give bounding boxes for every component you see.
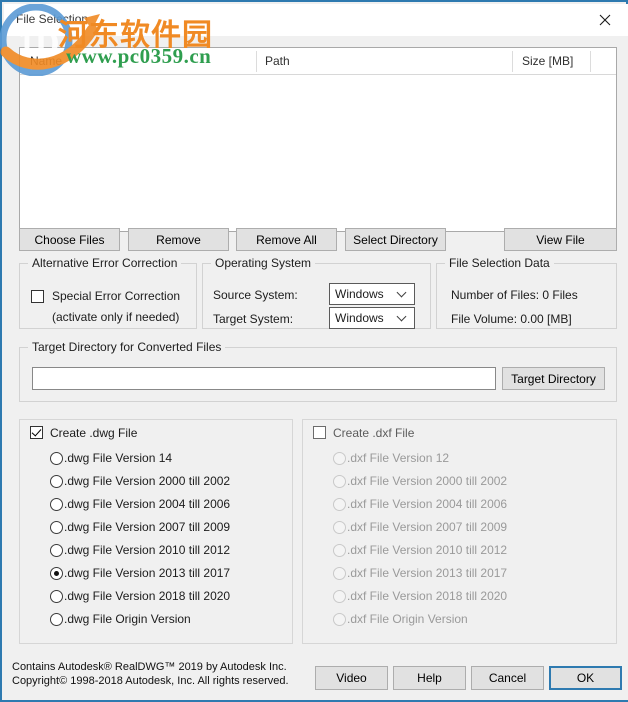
choose-files-button[interactable]: Choose Files [19,228,120,251]
dwg-radio-label-5[interactable]: .dwg File Version 2013 till 2017 [64,566,230,580]
dxf-radio-label-0[interactable]: .dxf File Version 12 [347,451,449,465]
copyright-text: Contains Autodesk® RealDWG™ 2019 by Auto… [12,660,289,688]
dxf-radio-label-3[interactable]: .dxf File Version 2007 till 2009 [347,520,507,534]
remove-all-button[interactable]: Remove All [236,228,337,251]
dxf-radio-0[interactable] [333,452,346,465]
dwg-radio-label-3[interactable]: .dwg File Version 2007 till 2009 [64,520,230,534]
target-directory-group: Target Directory for Converted Files Tar… [19,340,617,402]
file-selection-data-group: File Selection Data Number of Files: 0 F… [436,256,617,329]
dxf-radio-label-6[interactable]: .dxf File Version 2018 till 2020 [347,589,507,603]
file-selection-data-title: File Selection Data [445,256,554,270]
chevron-down-icon [398,312,407,321]
dxf-radio-7[interactable] [333,613,346,626]
file-selection-window: File Selection Name Path Size [MB] Choos… [0,0,628,702]
special-error-correction-checkbox[interactable] [31,290,44,303]
special-error-correction-label[interactable]: Special Error Correction [52,289,180,303]
close-glyph [599,14,611,26]
dxf-radio-label-2[interactable]: .dxf File Version 2004 till 2006 [347,497,507,511]
dwg-radio-3[interactable] [50,521,63,534]
dwg-radio-6[interactable] [50,590,63,603]
dxf-radio-label-5[interactable]: .dxf File Version 2013 till 2017 [347,566,507,580]
client-area: Name Path Size [MB] Choose Files Remove … [4,36,628,700]
target-system-label: Target System: [213,312,294,326]
window-title: File Selection [16,12,89,26]
create-dxf-panel: Create .dxf File .dxf File Version 12 .d… [302,419,617,644]
dxf-radio-3[interactable] [333,521,346,534]
operating-system-group: Operating System Source System: Windows … [202,256,431,329]
target-system-select[interactable]: Windows [329,307,415,329]
column-separator[interactable] [512,51,513,72]
dxf-radio-label-4[interactable]: .dxf File Version 2010 till 2012 [347,543,507,557]
video-button[interactable]: Video [315,666,388,690]
number-of-files-text: Number of Files: 0 Files [451,288,578,302]
column-header-name[interactable]: Name [30,54,62,68]
copyright-line-2: Copyright© 1998-2018 Autodesk, Inc. All … [12,675,289,687]
alternative-error-correction-group: Alternative Error Correction Special Err… [19,256,197,329]
target-directory-input[interactable] [33,368,495,389]
dxf-radio-label-7[interactable]: .dxf File Origin Version [347,612,468,626]
create-dwg-panel: Create .dwg File .dwg File Version 14 .d… [19,419,293,644]
dxf-radio-2[interactable] [333,498,346,511]
column-separator[interactable] [256,51,257,72]
source-system-select[interactable]: Windows [329,283,415,305]
dxf-radio-4[interactable] [333,544,346,557]
target-system-value: Windows [335,311,384,325]
dwg-radio-2[interactable] [50,498,63,511]
dxf-radio-1[interactable] [333,475,346,488]
close-icon[interactable] [582,4,628,36]
dwg-radio-5[interactable] [50,567,63,580]
create-dxf-checkbox[interactable] [313,426,326,439]
select-directory-button[interactable]: Select Directory [345,228,446,251]
view-file-button[interactable]: View File [504,228,617,251]
cancel-button[interactable]: Cancel [471,666,544,690]
operating-system-title: Operating System [211,256,316,270]
special-error-correction-hint: (activate only if needed) [52,310,180,324]
column-header-size[interactable]: Size [MB] [522,54,573,68]
target-directory-input-wrap[interactable] [32,367,496,390]
file-list[interactable]: Name Path Size [MB] [19,47,617,232]
dxf-radio-6[interactable] [333,590,346,603]
source-system-value: Windows [335,287,384,301]
dxf-radio-label-1[interactable]: .dxf File Version 2000 till 2002 [347,474,507,488]
title-bar: File Selection [4,4,628,36]
column-separator[interactable] [590,51,591,72]
dwg-radio-label-7[interactable]: .dwg File Origin Version [64,612,191,626]
dwg-radio-label-4[interactable]: .dwg File Version 2010 till 2012 [64,543,230,557]
source-system-label: Source System: [213,288,298,302]
target-directory-title: Target Directory for Converted Files [28,340,226,354]
dwg-radio-0[interactable] [50,452,63,465]
dwg-radio-label-2[interactable]: .dwg File Version 2004 till 2006 [64,497,230,511]
copyright-line-1: Contains Autodesk® RealDWG™ 2019 by Auto… [12,661,287,673]
dwg-radio-label-0[interactable]: .dwg File Version 14 [64,451,172,465]
dwg-radio-1[interactable] [50,475,63,488]
create-dwg-label[interactable]: Create .dwg File [50,426,137,440]
chevron-down-icon [398,288,407,297]
dwg-radio-label-6[interactable]: .dwg File Version 2018 till 2020 [64,589,230,603]
file-list-body[interactable] [20,75,616,231]
create-dwg-checkbox[interactable] [30,426,43,439]
help-button[interactable]: Help [393,666,466,690]
target-directory-browse-button[interactable]: Target Directory [502,367,605,390]
remove-button[interactable]: Remove [128,228,229,251]
file-volume-text: File Volume: 0.00 [MB] [451,312,572,326]
file-list-header: Name Path Size [MB] [20,48,616,75]
dxf-radio-5[interactable] [333,567,346,580]
dwg-radio-label-1[interactable]: .dwg File Version 2000 till 2002 [64,474,230,488]
alternative-error-correction-title: Alternative Error Correction [28,256,182,270]
column-header-path[interactable]: Path [265,54,290,68]
dwg-radio-4[interactable] [50,544,63,557]
ok-button[interactable]: OK [549,666,622,690]
create-dxf-label[interactable]: Create .dxf File [333,426,414,440]
dwg-radio-7[interactable] [50,613,63,626]
